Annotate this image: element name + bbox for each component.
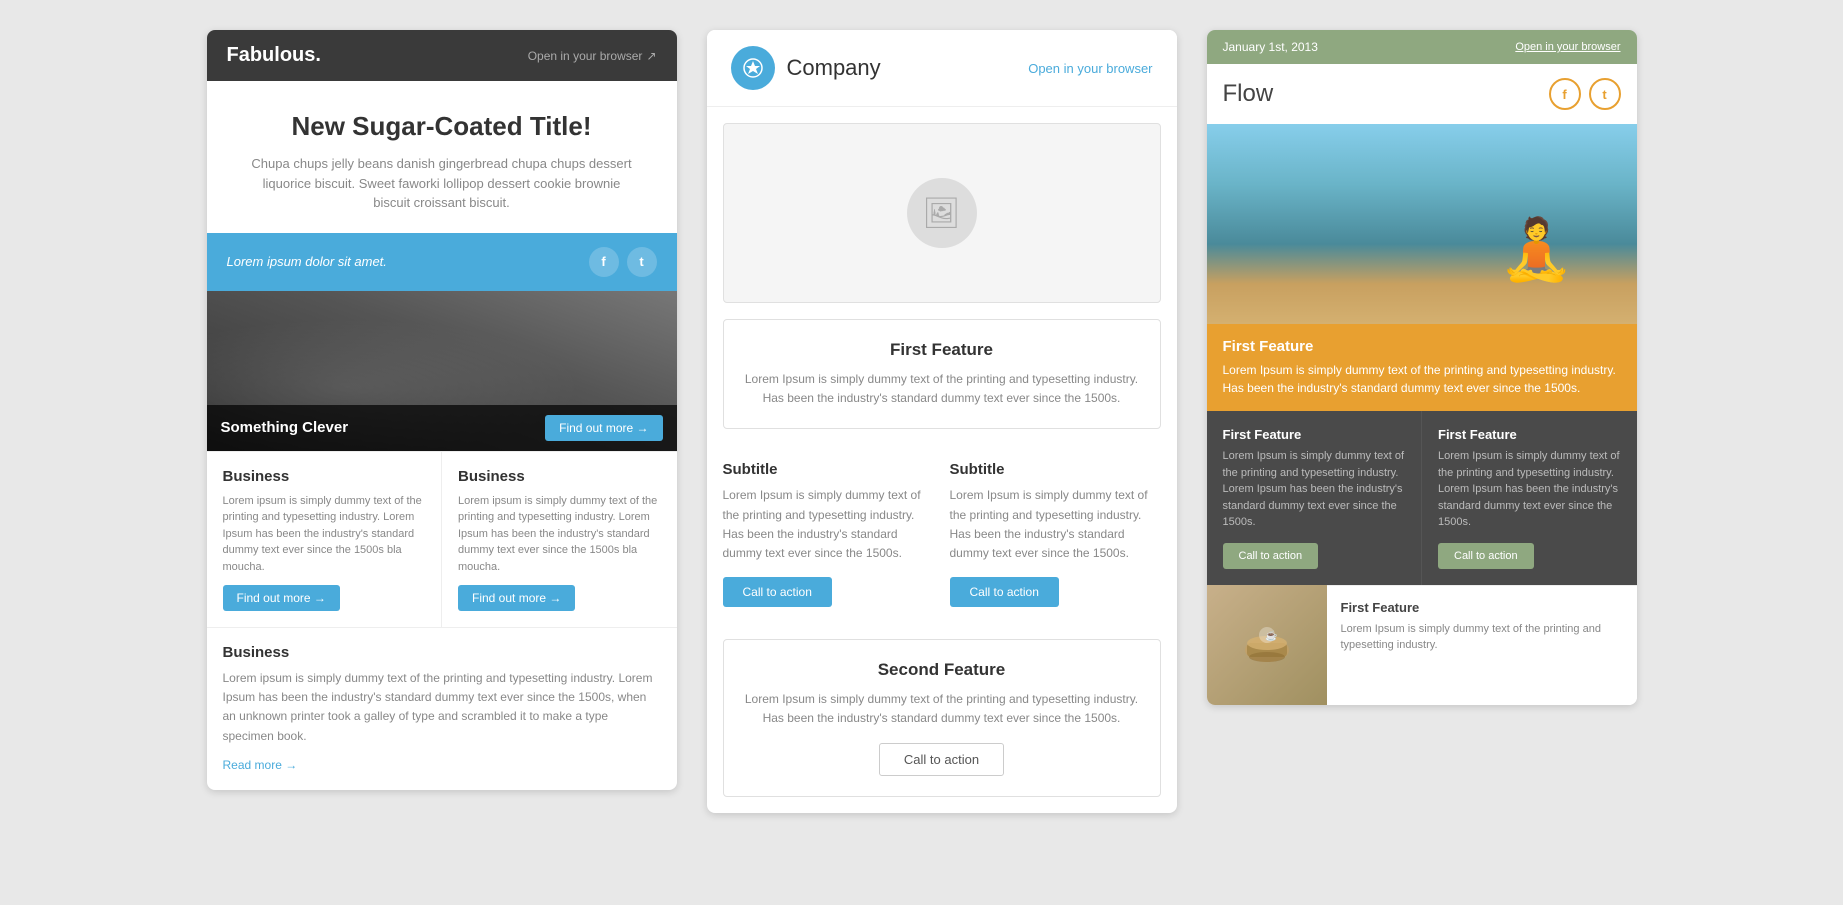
- card2-logo-wrap: Company: [731, 46, 881, 90]
- card3-dark-col2-button[interactable]: Call to action: [1438, 543, 1534, 569]
- card2-second-feature-cta-button[interactable]: Call to action: [879, 743, 1004, 776]
- card2-logo-icon: [731, 46, 775, 90]
- card2-col2-subtitle: Subtitle: [950, 461, 1161, 478]
- card3-hero-image: 🧘: [1207, 124, 1637, 324]
- card1-logo: Fabulous.: [227, 44, 321, 67]
- image-placeholder-icon: 🖼: [922, 196, 960, 231]
- card3-brand-icons: f t: [1549, 78, 1621, 110]
- card1-image-label: Something Clever: [221, 419, 349, 436]
- card2-col1-subtitle: Subtitle: [723, 461, 934, 478]
- card1-bottom-text: Lorem ipsum is simply dummy text of the …: [223, 669, 661, 746]
- card2-hero-placeholder: 🖼: [723, 123, 1161, 303]
- card2-first-feature: First Feature Lorem Ipsum is simply dumm…: [723, 319, 1161, 429]
- card2-second-feature: Second Feature Lorem Ipsum is simply dum…: [723, 639, 1161, 796]
- card3-bottom-image: ☕: [1207, 585, 1327, 705]
- email-card-2: Company Open in your browser 🖼 First Fea…: [707, 30, 1177, 813]
- card2-col2-cta-button[interactable]: Call to action: [950, 577, 1059, 607]
- card1-bottom-title: Business: [223, 644, 661, 661]
- card1-col2-title: Business: [458, 468, 661, 485]
- card1-banner-text: Lorem ipsum dolor sit amet.: [227, 254, 387, 269]
- card3-bottom: ☕ First Feature Lorem Ipsum is simply du…: [1207, 585, 1637, 705]
- card3-brand-row: Flow f t: [1207, 64, 1637, 124]
- card2-header-link[interactable]: Open in your browser: [1028, 61, 1152, 76]
- card1-bottom: Business Lorem ipsum is simply dummy tex…: [207, 627, 677, 790]
- card2-second-feature-text: Lorem Ipsum is simply dummy text of the …: [744, 690, 1140, 728]
- card2-two-col: Subtitle Lorem Ipsum is simply dummy tex…: [723, 445, 1161, 623]
- card1-header: Fabulous. Open in your browser ↗: [207, 30, 677, 81]
- card1-title: New Sugar-Coated Title!: [247, 111, 637, 142]
- card1-banner: Lorem ipsum dolor sit amet. f t: [207, 233, 677, 291]
- card1-col2-button[interactable]: Find out more →: [458, 585, 575, 611]
- facebook-icon[interactable]: f: [589, 247, 619, 277]
- card2-col2-text: Lorem Ipsum is simply dummy text of the …: [950, 486, 1161, 563]
- card3-dark-col1: First Feature Lorem Ipsum is simply dumm…: [1207, 411, 1423, 585]
- card2-company-name: Company: [787, 55, 881, 81]
- card3-banner-title: First Feature: [1223, 338, 1621, 355]
- card3-facebook-icon[interactable]: f: [1549, 78, 1581, 110]
- card1-subtitle: Chupa chups jelly beans danish gingerbre…: [247, 154, 637, 213]
- card3-twitter-icon[interactable]: t: [1589, 78, 1621, 110]
- card1-read-more-link[interactable]: Read more →: [223, 758, 298, 772]
- card1-col1: Business Lorem ipsum is simply dummy tex…: [207, 452, 443, 628]
- card1-hero-image: Something Clever Find out more →: [207, 291, 677, 451]
- card3-dark-col1-title: First Feature: [1223, 427, 1406, 442]
- card2-first-feature-text: Lorem Ipsum is simply dummy text of the …: [744, 370, 1140, 408]
- card3-bottom-text: Lorem Ipsum is simply dummy text of the …: [1341, 621, 1623, 654]
- card3-dark-col1-button[interactable]: Call to action: [1223, 543, 1319, 569]
- card1-body: New Sugar-Coated Title! Chupa chups jell…: [207, 81, 677, 233]
- card1-findout-button[interactable]: Find out more →: [545, 415, 662, 441]
- email-card-3: January 1st, 2013 Open in your browser F…: [1207, 30, 1637, 705]
- card3-header: January 1st, 2013 Open in your browser: [1207, 30, 1637, 64]
- card2-col1-text: Lorem Ipsum is simply dummy text of the …: [723, 486, 934, 563]
- card3-banner-text: Lorem Ipsum is simply dummy text of the …: [1223, 361, 1621, 397]
- card3-brand-name: Flow: [1223, 80, 1274, 108]
- card2-col1-cta-button[interactable]: Call to action: [723, 577, 832, 607]
- card2-col1: Subtitle Lorem Ipsum is simply dummy tex…: [723, 445, 934, 623]
- card1-social-icons: f t: [589, 247, 657, 277]
- card1-two-col: Business Lorem ipsum is simply dummy tex…: [207, 451, 677, 628]
- twitter-icon[interactable]: t: [627, 247, 657, 277]
- card3-date: January 1st, 2013: [1223, 40, 1318, 54]
- external-link-icon: ↗: [646, 49, 656, 63]
- card1-image-overlay: Something Clever Find out more →: [207, 405, 677, 451]
- card3-dark-col2: First Feature Lorem Ipsum is simply dumm…: [1422, 411, 1637, 585]
- card1-col2: Business Lorem ipsum is simply dummy tex…: [442, 452, 677, 628]
- card2-first-feature-title: First Feature: [744, 340, 1140, 360]
- card2-header: Company Open in your browser: [707, 30, 1177, 107]
- card3-bottom-title: First Feature: [1341, 600, 1623, 615]
- card1-col2-text: Lorem ipsum is simply dummy text of the …: [458, 493, 661, 576]
- card3-dark-col1-text: Lorem Ipsum is simply dummy text of the …: [1223, 448, 1406, 531]
- card1-col1-button[interactable]: Find out more →: [223, 585, 340, 611]
- card2-hero-icon: 🖼: [907, 178, 977, 248]
- card3-dark-col2-text: Lorem Ipsum is simply dummy text of the …: [1438, 448, 1621, 531]
- yoga-figure: 🧘: [1497, 184, 1577, 314]
- card3-bottom-content: First Feature Lorem Ipsum is simply dumm…: [1327, 585, 1637, 705]
- card3-dark-col2-title: First Feature: [1438, 427, 1621, 442]
- card1-header-link[interactable]: Open in your browser ↗: [528, 49, 657, 63]
- card3-orange-banner: First Feature Lorem Ipsum is simply dumm…: [1207, 324, 1637, 411]
- svg-text:☕: ☕: [1265, 629, 1277, 642]
- card2-col2: Subtitle Lorem Ipsum is simply dummy tex…: [950, 445, 1161, 623]
- email-card-1: Fabulous. Open in your browser ↗ New Sug…: [207, 30, 677, 790]
- card3-header-link[interactable]: Open in your browser: [1515, 41, 1620, 53]
- card1-col1-text: Lorem ipsum is simply dummy text of the …: [223, 493, 426, 576]
- card2-second-feature-title: Second Feature: [744, 660, 1140, 680]
- card3-dark-section: First Feature Lorem Ipsum is simply dumm…: [1207, 411, 1637, 585]
- card1-col1-title: Business: [223, 468, 426, 485]
